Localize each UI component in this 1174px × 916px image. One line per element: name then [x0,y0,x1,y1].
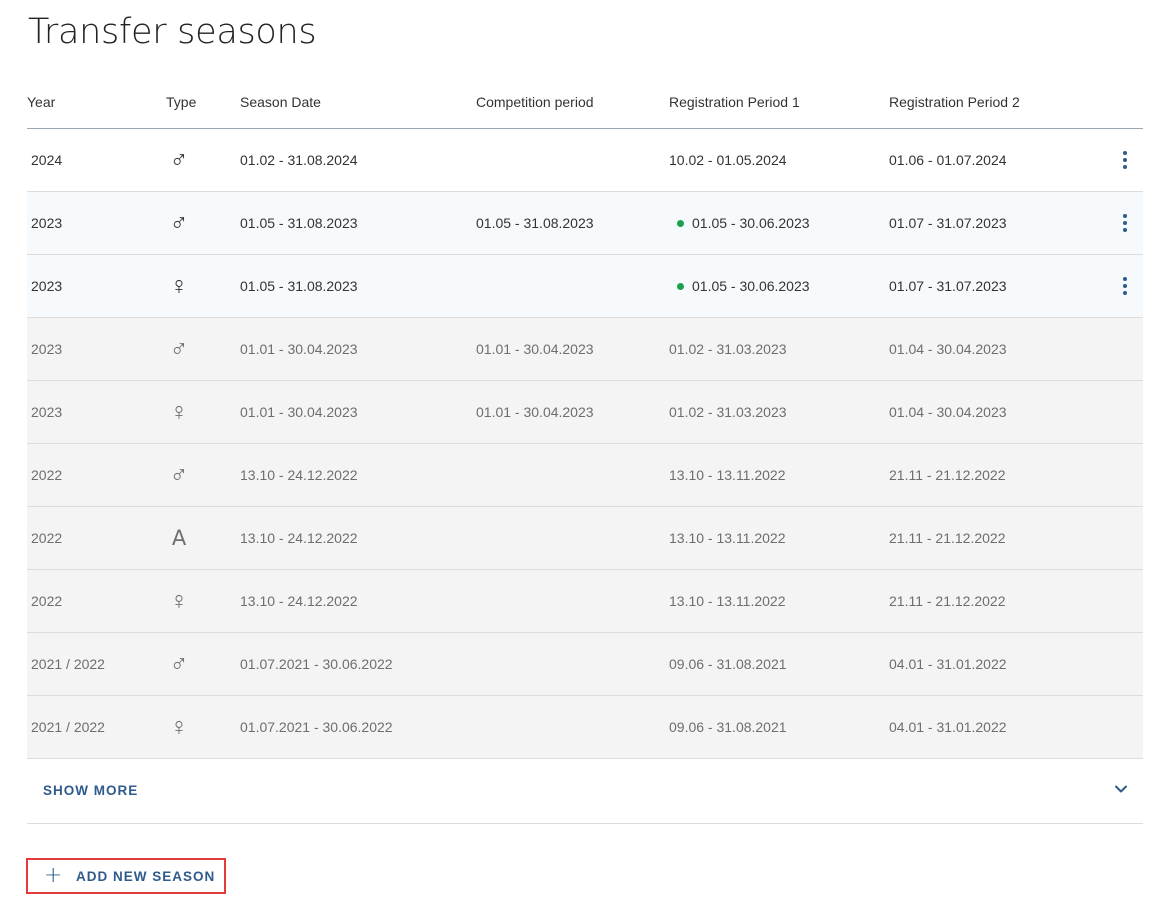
cell-competition-period: 01.05 - 31.08.2023 [476,215,594,231]
header-type[interactable]: Type [166,94,196,110]
cell-year: 2021 / 2022 [31,656,105,672]
cell-season-date: 01.01 - 30.04.2023 [240,341,358,357]
table-row[interactable]: 2021 / 2022 ♀ 01.07.2021 - 30.06.2022 09.06… [27,696,1143,759]
registration-period-1-text: 09.06 - 31.08.2021 [669,719,787,735]
cell-season-date: 13.10 - 24.12.2022 [240,530,358,546]
registration-period-1-text: 01.02 - 31.03.2023 [669,341,787,357]
seasons-table: Year Type Season Date Competition period… [27,70,1143,824]
header-registration-period-1[interactable]: Registration Period 1 [669,94,800,110]
plus-icon: + [44,863,63,888]
more-vert-icon[interactable] [1117,149,1133,171]
table-header: Year Type Season Date Competition period… [27,70,1143,129]
male-icon: ♂ [169,335,189,363]
cell-registration-period-2: 01.06 - 01.07.2024 [889,152,1007,168]
cell-registration-period-2: 01.07 - 31.07.2023 [889,215,1007,231]
cell-season-date: 01.05 - 31.08.2023 [240,278,358,294]
cell-registration-period-2: 01.04 - 30.04.2023 [889,404,1007,420]
table-row[interactable]: 2022 ♂ 13.10 - 24.12.2022 13.10 - 13.11.202… [27,444,1143,507]
cell-registration-period-1: 01.02 - 31.03.2023 [669,318,787,380]
registration-period-1-text: 13.10 - 13.11.2022 [669,593,786,609]
female-icon: ♀ [169,713,189,741]
cell-season-date: 13.10 - 24.12.2022 [240,467,358,483]
cell-registration-period-2: 01.07 - 31.07.2023 [889,278,1007,294]
table-row[interactable]: 2022 A 13.10 - 24.12.2022 13.10 - 13.11.202… [27,507,1143,570]
table-row[interactable]: 2023 ♀ 01.05 - 31.08.2023 01.05 - 30.06.202… [27,255,1143,318]
cell-year: 2022 [31,593,63,609]
table-row[interactable]: 2023 ♀ 01.01 - 30.04.2023 01.01 - 30.04.202… [27,381,1143,444]
cell-registration-period-2: 21.11 - 21.12.2022 [889,467,1006,483]
table-row[interactable]: 2021 / 2022 ♂ 01.07.2021 - 30.06.2022 09.06… [27,633,1143,696]
cell-registration-period-1: 10.02 - 01.05.2024 [669,129,787,191]
registration-period-1-text: 13.10 - 13.11.2022 [669,530,786,546]
cell-year: 2024 [31,152,63,168]
cell-year: 2022 [31,530,63,546]
cell-registration-period-1: 01.05 - 30.06.2023 [669,255,810,317]
male-icon: ♂ [169,461,189,489]
cell-registration-period-2: 21.11 - 21.12.2022 [889,530,1006,546]
cell-year: 2023 [31,215,63,231]
cell-season-date: 13.10 - 24.12.2022 [240,593,358,609]
registration-period-1-text: 01.02 - 31.03.2023 [669,404,787,420]
header-year[interactable]: Year [27,94,55,110]
cell-registration-period-1: 01.05 - 30.06.2023 [669,192,810,254]
cell-registration-period-1: 13.10 - 13.11.2022 [669,570,786,632]
table-row[interactable]: 2023 ♂ 01.01 - 30.04.2023 01.01 - 30.04.202… [27,318,1143,381]
cell-registration-period-1: 09.06 - 31.08.2021 [669,633,787,695]
show-more-button[interactable]: SHOW MORE [43,783,138,798]
more-vert-icon[interactable] [1117,275,1133,297]
cell-year: 2023 [31,404,63,420]
all-genders-icon: A [171,526,187,550]
cell-year: 2021 / 2022 [31,719,105,735]
active-status-dot-icon [677,282,684,290]
active-status-dot-icon [677,219,684,227]
cell-season-date: 01.05 - 31.08.2023 [240,215,358,231]
page-title: Transfer seasons [28,12,317,52]
cell-year: 2023 [31,278,63,294]
add-new-season-label: ADD NEW SEASON [76,869,216,884]
cell-registration-period-2: 01.04 - 30.04.2023 [889,341,1007,357]
male-icon: ♂ [169,146,189,174]
header-registration-period-2[interactable]: Registration Period 2 [889,94,1020,110]
chevron-down-icon[interactable] [1113,781,1129,797]
cell-competition-period: 01.01 - 30.04.2023 [476,404,594,420]
add-new-season-button[interactable]: + ADD NEW SEASON [26,858,226,894]
cell-season-date: 01.07.2021 - 30.06.2022 [240,719,393,735]
registration-period-1-text: 13.10 - 13.11.2022 [669,467,786,483]
cell-registration-period-2: 04.01 - 31.01.2022 [889,719,1007,735]
male-icon: ♂ [169,650,189,678]
registration-period-1-text: 01.05 - 30.06.2023 [692,278,810,294]
cell-registration-period-1: 01.02 - 31.03.2023 [669,381,787,443]
table-row[interactable]: 2023 ♂ 01.05 - 31.08.2023 01.05 - 31.08.202… [27,192,1143,255]
more-vert-icon[interactable] [1117,212,1133,234]
header-competition-period[interactable]: Competition period [476,94,594,110]
cell-year: 2023 [31,341,63,357]
cell-registration-period-2: 21.11 - 21.12.2022 [889,593,1006,609]
header-season-date[interactable]: Season Date [240,94,321,110]
cell-competition-period: 01.01 - 30.04.2023 [476,341,594,357]
cell-registration-period-2: 04.01 - 31.01.2022 [889,656,1007,672]
cell-season-date: 01.07.2021 - 30.06.2022 [240,656,393,672]
cell-season-date: 01.02 - 31.08.2024 [240,152,358,168]
registration-period-1-text: 10.02 - 01.05.2024 [669,152,787,168]
cell-registration-period-1: 13.10 - 13.11.2022 [669,444,786,506]
cell-registration-period-1: 13.10 - 13.11.2022 [669,507,786,569]
female-icon: ♀ [169,272,189,300]
cell-year: 2022 [31,467,63,483]
female-icon: ♀ [169,398,189,426]
male-icon: ♂ [169,209,189,237]
cell-season-date: 01.01 - 30.04.2023 [240,404,358,420]
table-row[interactable]: 2022 ♀ 13.10 - 24.12.2022 13.10 - 13.11.202… [27,570,1143,633]
registration-period-1-text: 01.05 - 30.06.2023 [692,215,810,231]
table-body: 2024 ♂ 01.02 - 31.08.2024 10.02 - 01.05.202… [27,129,1143,759]
show-more-row[interactable]: SHOW MORE [27,759,1143,824]
cell-registration-period-1: 09.06 - 31.08.2021 [669,696,787,758]
registration-period-1-text: 09.06 - 31.08.2021 [669,656,787,672]
female-icon: ♀ [169,587,189,615]
table-row[interactable]: 2024 ♂ 01.02 - 31.08.2024 10.02 - 01.05.202… [27,129,1143,192]
